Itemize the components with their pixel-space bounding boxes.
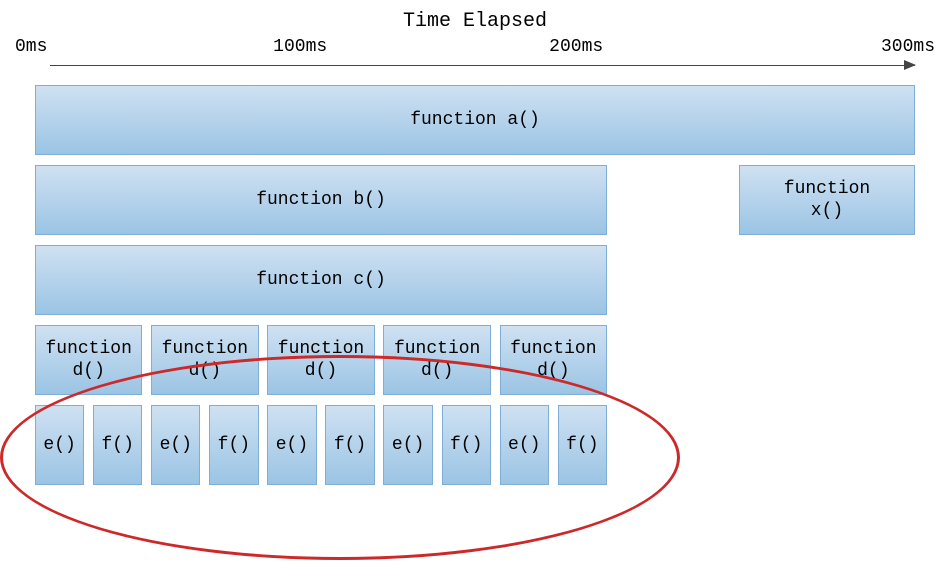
axis-tick: 300ms — [881, 37, 935, 57]
axis-tick: 200ms — [549, 37, 603, 57]
flame-row: function a() — [35, 85, 915, 155]
flame-row: function b() function x() — [35, 165, 915, 235]
time-axis: 0ms 100ms 200ms 300ms — [15, 37, 935, 77]
function-e-bar-3: e() — [267, 405, 316, 485]
function-b-bar: function b() — [35, 165, 607, 235]
flame-chart: function a()function b()function x()func… — [35, 85, 915, 485]
axis-arrow — [50, 65, 915, 66]
function-f-bar-3: f() — [325, 405, 374, 485]
function-x-bar: function x() — [739, 165, 915, 235]
function-e-bar-4: e() — [383, 405, 432, 485]
function-a-bar: function a() — [35, 85, 915, 155]
function-f-bar-2: f() — [209, 405, 258, 485]
function-d-bar-2: function d() — [151, 325, 258, 395]
flame-row: function d()function d()function d()func… — [35, 325, 915, 395]
flame-row: e()f()e()f()e()f()e()f()e()f() — [35, 405, 915, 485]
function-e-bar-5: e() — [500, 405, 549, 485]
axis-tick: 100ms — [273, 37, 327, 57]
function-d-bar-3: function d() — [267, 325, 374, 395]
function-e-bar-2: e() — [151, 405, 200, 485]
function-c-bar: function c() — [35, 245, 607, 315]
function-d-bar-4: function d() — [383, 325, 490, 395]
axis-tick: 0ms — [15, 37, 47, 57]
function-f-bar-5: f() — [558, 405, 607, 485]
function-d-bar-5: function d() — [500, 325, 607, 395]
function-f-bar-4: f() — [442, 405, 491, 485]
chart-title: Time Elapsed — [15, 10, 935, 33]
function-d-bar-1: function d() — [35, 325, 142, 395]
flame-row: function c() — [35, 245, 915, 315]
function-f-bar-1: f() — [93, 405, 142, 485]
function-e-bar-1: e() — [35, 405, 84, 485]
